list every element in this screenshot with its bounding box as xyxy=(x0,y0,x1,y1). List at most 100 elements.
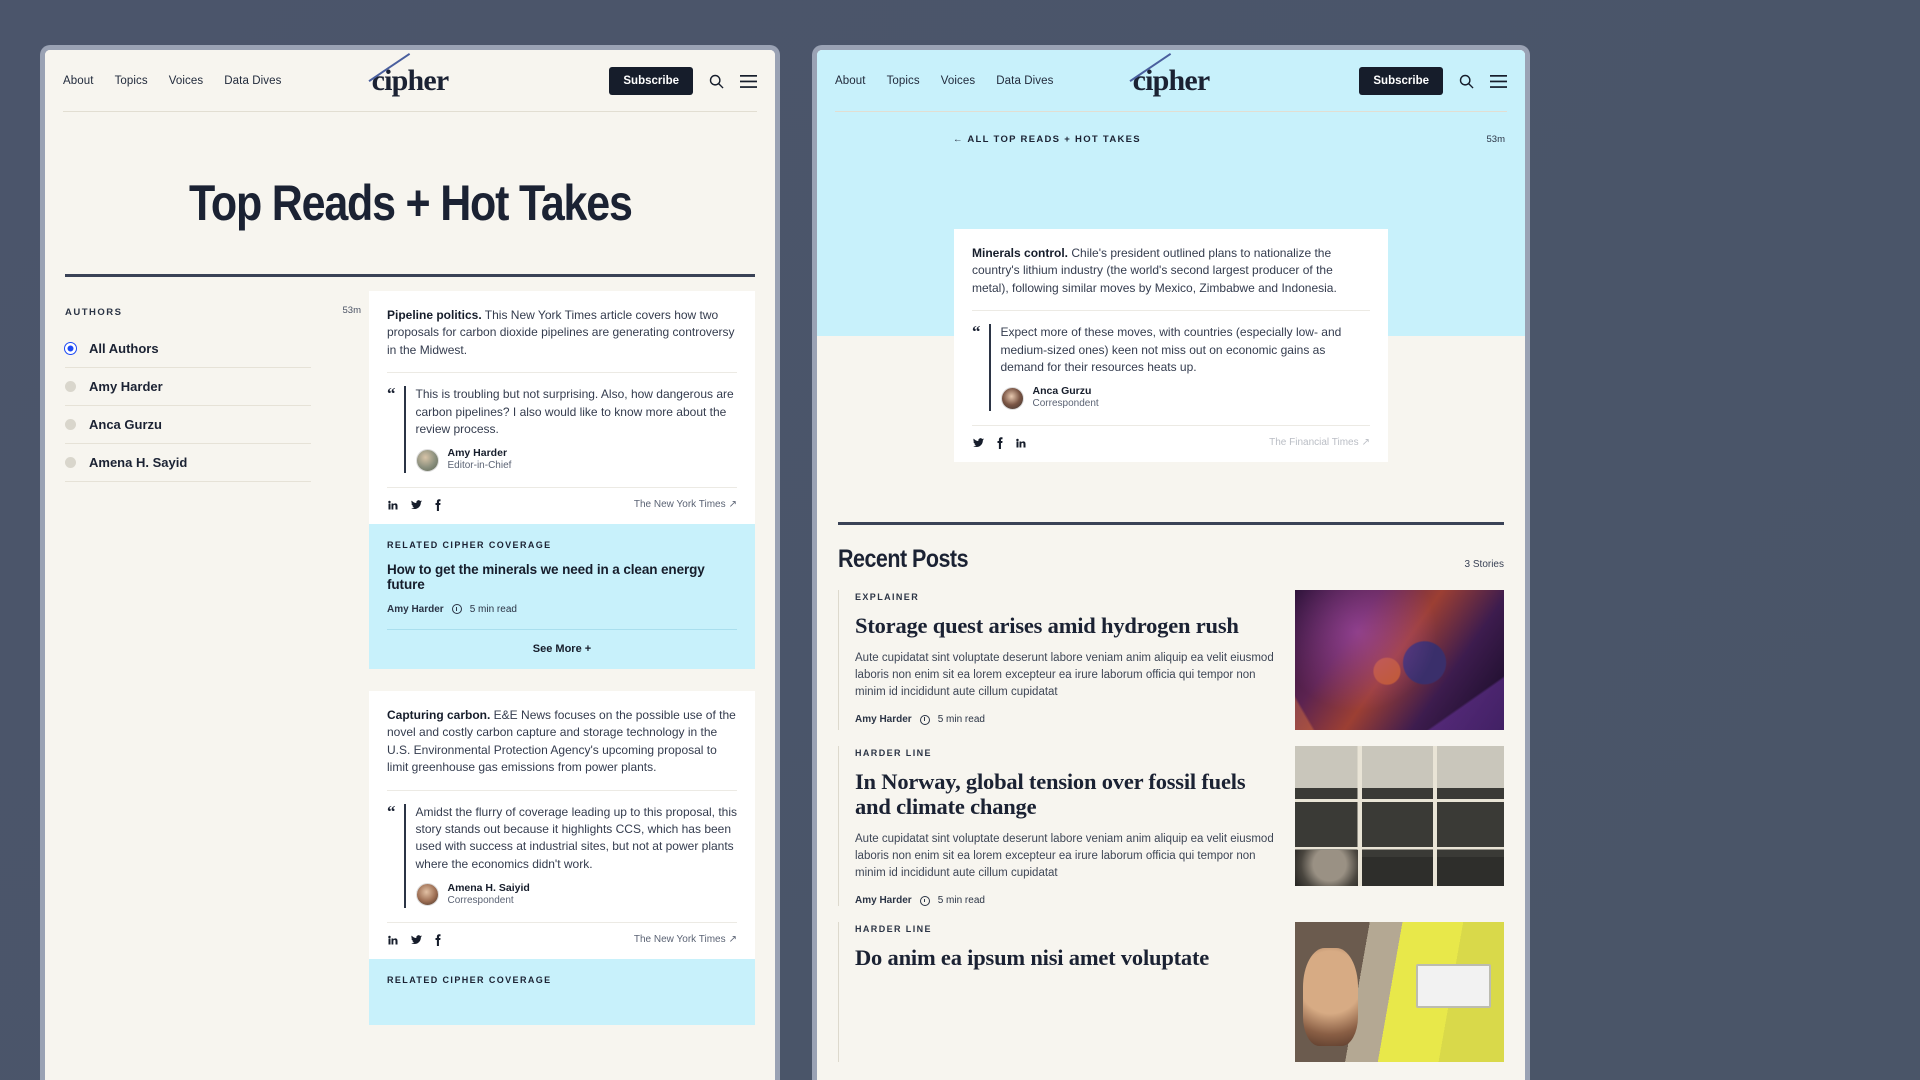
card-lede-bold: Capturing carbon. xyxy=(387,707,491,722)
post-meta: Amy Harder 5 min read xyxy=(855,714,1275,725)
subscribe-button[interactable]: Subscribe xyxy=(1359,67,1443,95)
card-quote-block: “ This is troubling but not surprising. … xyxy=(387,373,737,473)
linkedin-icon[interactable] xyxy=(1015,437,1027,449)
nav-link-voices[interactable]: Voices xyxy=(169,75,203,87)
nav-link-data-dives[interactable]: Data Dives xyxy=(996,75,1053,87)
quote-mark-icon: “ xyxy=(972,322,981,342)
card-lede: Minerals control. Chile's president outl… xyxy=(972,245,1370,297)
nav-link-topics[interactable]: Topics xyxy=(115,75,148,87)
author-filter-all-authors[interactable]: All Authors xyxy=(65,330,311,368)
avatar xyxy=(415,448,439,472)
radio-icon[interactable] xyxy=(65,419,76,430)
twitter-icon[interactable] xyxy=(410,934,423,946)
related-meta: Amy Harder 5 min read xyxy=(387,604,737,615)
source-link[interactable]: The New York Times ↗ xyxy=(634,499,737,510)
clock-icon xyxy=(919,895,930,906)
post-read-time: 5 min read xyxy=(937,714,985,726)
related-label: RELATED CIPHER COVERAGE xyxy=(387,974,552,985)
search-icon[interactable] xyxy=(1459,74,1474,89)
radio-icon[interactable] xyxy=(65,381,76,392)
nav-right-right: Subscribe xyxy=(1359,67,1507,95)
see-more-button[interactable]: See More + xyxy=(387,628,737,669)
recent-posts-divider xyxy=(838,522,1504,525)
facebook-icon[interactable] xyxy=(434,933,442,946)
site-logo-left[interactable]: cipher xyxy=(368,52,449,98)
author-name: All Authors xyxy=(89,341,159,356)
related-label: RELATED CIPHER COVERAGE xyxy=(387,539,552,550)
nav-link-about[interactable]: About xyxy=(835,75,866,87)
browser-window-left: About Topics Voices Data Dives cipher Su… xyxy=(40,45,780,1080)
feed-column: Pipeline politics. This New York Times a… xyxy=(369,277,755,1025)
author-filter-anca-gurzu[interactable]: Anca Gurzu xyxy=(65,406,311,444)
radio-icon-selected[interactable] xyxy=(65,343,76,354)
card-footer: The New York Times ↗ xyxy=(387,486,737,524)
card-lede-bold: Pipeline politics. xyxy=(387,308,482,322)
clock-icon xyxy=(919,714,930,725)
authors-label: AUTHORS xyxy=(65,307,123,318)
facebook-icon[interactable] xyxy=(996,437,1004,449)
article-topbar: ← ALL TOP READS + HOT TAKES 53m xyxy=(817,134,1525,145)
feed-card[interactable]: Capturing carbon. E&E News focuses on th… xyxy=(369,690,755,959)
subscribe-button[interactable]: Subscribe xyxy=(609,67,693,95)
source-label: The New York Times xyxy=(633,499,726,511)
hamburger-menu-icon[interactable] xyxy=(1490,74,1507,88)
facebook-icon[interactable] xyxy=(434,499,442,511)
linkedin-icon[interactable] xyxy=(387,499,399,511)
quote-body: This is troubling but not surprising. Al… xyxy=(403,386,738,473)
quote-text: Expect more of these moves, with countri… xyxy=(1000,325,1342,374)
post-title[interactable]: In Norway, global tension over fossil fu… xyxy=(855,769,1275,819)
radio-icon[interactable] xyxy=(65,457,76,468)
source-link[interactable]: The Financial Times ↗ xyxy=(1269,437,1370,448)
author-name: Anca Gurzu xyxy=(89,417,162,432)
card-lede: Pipeline politics. This New York Times a… xyxy=(387,307,737,359)
nav-links-left: About Topics Voices Data Dives xyxy=(63,75,282,87)
card-lede: Capturing carbon. E&E News focuses on th… xyxy=(387,707,737,777)
source-link[interactable]: The New York Times ↗ xyxy=(634,934,737,945)
recent-posts-title: Recent Posts xyxy=(838,545,969,573)
source-label: The Financial Times xyxy=(1269,437,1359,449)
portrait-yellow-thumbnail[interactable] xyxy=(1295,922,1504,1063)
quote-byline: Anca Gurzu Correspondent xyxy=(1000,385,1371,411)
byline-text: Amy Harder Editor-in-Chief xyxy=(448,447,512,473)
social-share-group xyxy=(387,499,442,511)
back-to-index-link[interactable]: ← ALL TOP READS + HOT TAKES xyxy=(953,134,1141,145)
author-filter-amena-h-sayid[interactable]: Amena H. Sayid xyxy=(65,444,311,482)
avatar xyxy=(1000,386,1024,410)
feed-card[interactable]: Pipeline politics. This New York Times a… xyxy=(369,291,755,524)
quote-mark-icon: “ xyxy=(387,384,396,404)
post-read-time: 5 min read xyxy=(937,895,985,907)
article-card[interactable]: Minerals control. Chile's president outl… xyxy=(954,229,1388,462)
hamburger-menu-icon[interactable] xyxy=(740,74,757,88)
twitter-icon[interactable] xyxy=(972,437,985,449)
recent-post-item[interactable]: HARDER LINE In Norway, global tension ov… xyxy=(817,730,1525,907)
post-author: Amy Harder xyxy=(855,714,912,726)
site-logo-right[interactable]: cipher xyxy=(1129,52,1210,98)
recent-post-item[interactable]: HARDER LINE Do anim ea ipsum nisi amet v… xyxy=(817,906,1525,1063)
quote-byline: Amena H. Saiyid Correspondent xyxy=(415,882,738,908)
external-link-icon: ↗ xyxy=(728,499,737,511)
related-coverage-block[interactable]: RELATED CIPHER COVERAGE xyxy=(369,958,755,1025)
author-filter-amy-harder[interactable]: Amy Harder xyxy=(65,368,311,406)
twitter-icon[interactable] xyxy=(410,499,423,511)
related-title[interactable]: How to get the minerals we need in a cle… xyxy=(387,562,737,592)
related-coverage-block[interactable]: RELATED CIPHER COVERAGE How to get the m… xyxy=(369,523,755,669)
byline-name: Amena H. Saiyid xyxy=(447,882,530,895)
card-footer: The New York Times ↗ xyxy=(387,921,737,959)
nav-link-about[interactable]: About xyxy=(63,75,94,87)
feed-timestamp-column: 53m xyxy=(327,277,369,1025)
linkedin-icon[interactable] xyxy=(387,934,399,946)
post-text: EXPLAINER Storage quest arises amid hydr… xyxy=(838,590,1275,730)
byline-name: Amy Harder xyxy=(447,447,508,460)
nav-link-data-dives[interactable]: Data Dives xyxy=(224,75,281,87)
post-title[interactable]: Storage quest arises amid hydrogen rush xyxy=(855,613,1275,638)
nav-link-topics[interactable]: Topics xyxy=(887,75,920,87)
post-title[interactable]: Do anim ea ipsum nisi amet voluptate xyxy=(855,945,1275,970)
byline-role: Correspondent xyxy=(1032,398,1099,410)
abstract-3d-render-thumbnail[interactable] xyxy=(1295,590,1504,730)
external-link-icon: ↗ xyxy=(1361,437,1370,449)
browser-window-right: About Topics Voices Data Dives cipher Su… xyxy=(812,45,1530,1080)
recent-post-item[interactable]: EXPLAINER Storage quest arises amid hydr… xyxy=(817,574,1525,730)
search-icon[interactable] xyxy=(709,74,724,89)
black-white-collage-thumbnail[interactable] xyxy=(1295,746,1504,886)
nav-link-voices[interactable]: Voices xyxy=(941,75,975,87)
